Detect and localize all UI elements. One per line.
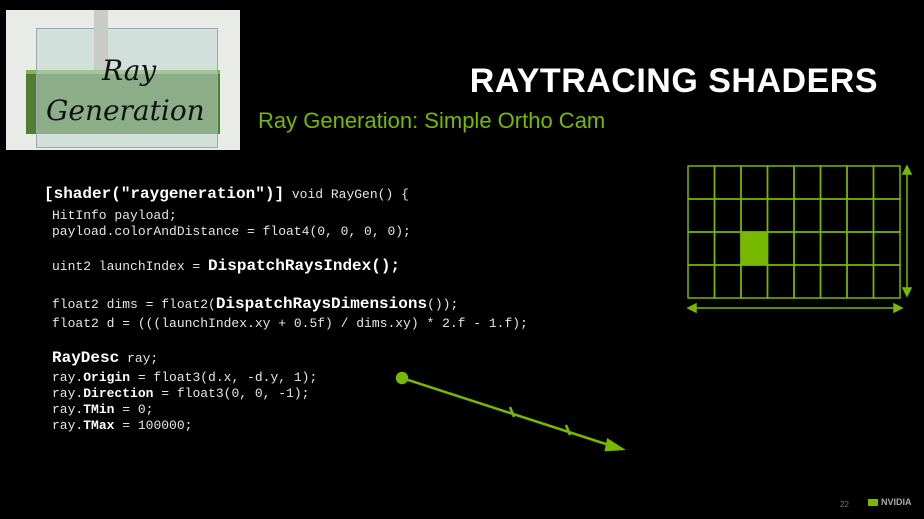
grid-cell	[819, 264, 848, 299]
ray-line	[401, 376, 613, 448]
grid-cell	[687, 165, 716, 200]
grid-cell	[872, 231, 901, 266]
height-arrow-top-head	[901, 164, 913, 175]
grid-cell	[766, 198, 795, 233]
grid-cell	[740, 198, 769, 233]
grid-cell	[713, 231, 742, 266]
highlighted-pixel	[741, 232, 768, 265]
grid-cell	[872, 198, 901, 233]
grid-cell	[713, 264, 742, 299]
pixel-grid	[687, 165, 901, 299]
grid-cell	[766, 231, 795, 266]
grid-cell	[793, 198, 822, 233]
ray-arrow	[395, 371, 626, 452]
diagram-layer	[395, 164, 913, 452]
nvidia-logo: NVIDIA	[868, 497, 912, 507]
grid-cell	[846, 264, 875, 299]
grid-cell	[766, 165, 795, 200]
width-arrow-right-head	[893, 302, 904, 314]
grid-cell	[846, 198, 875, 233]
dimension-arrows	[686, 164, 913, 314]
grid-cell	[819, 231, 848, 266]
grid-cell	[687, 264, 716, 299]
grid-cell	[740, 264, 769, 299]
grid-cell	[713, 198, 742, 233]
page-number: 22	[840, 500, 849, 509]
logo-text: NVIDIA	[881, 497, 912, 507]
grid-cell	[793, 264, 822, 299]
height-arrow-bottom-head	[901, 287, 913, 298]
grid-cell	[819, 198, 848, 233]
grid-cell	[846, 231, 875, 266]
grid-cell	[793, 165, 822, 200]
width-arrow-left-head	[686, 302, 697, 314]
grid-cell	[687, 231, 716, 266]
grid-cell	[872, 165, 901, 200]
grid-cell	[713, 165, 742, 200]
ray-arrow-head	[604, 437, 626, 452]
grid-cell	[740, 165, 769, 200]
grid-cell	[793, 231, 822, 266]
grid-cell	[766, 264, 795, 299]
grid-cell	[872, 264, 901, 299]
nvidia-eye-icon	[868, 499, 878, 507]
grid-cell	[846, 165, 875, 200]
grid-cell	[819, 165, 848, 200]
grid-cell	[687, 198, 716, 233]
